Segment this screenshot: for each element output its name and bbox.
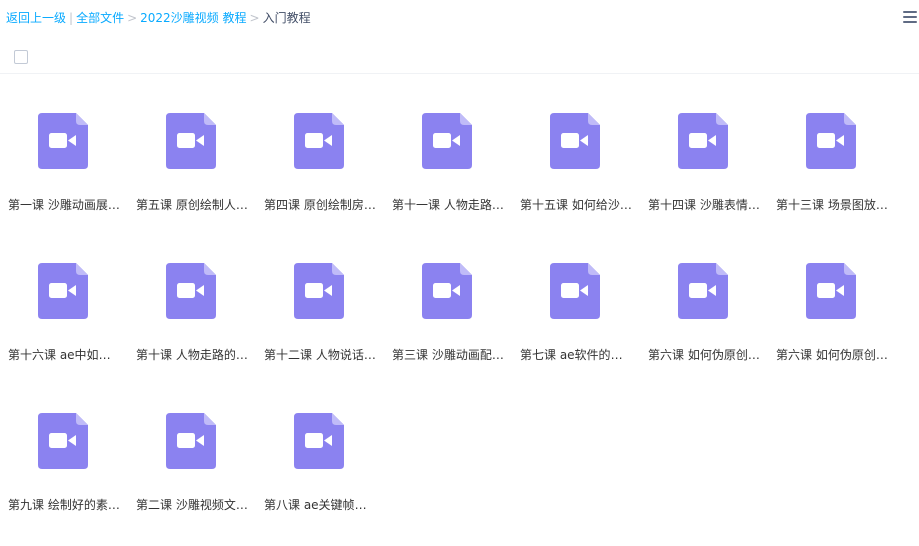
file-item[interactable]: 第七课 ae软件的基本操作.mp4 [512, 225, 638, 375]
breadcrumb-all-files[interactable]: 全部文件 [76, 11, 124, 25]
file-item[interactable]: 第十二课 人物说话动作.mp4 [256, 225, 382, 375]
file-name: 第十一课 人物走路动作.mp4 [392, 198, 506, 212]
top-bar: 返回上一级 | 全部文件 >2022沙雕视频 教程 > 入门教程 [0, 0, 919, 36]
select-all-checkbox[interactable] [14, 50, 28, 64]
file-item[interactable]: 第一课 沙雕动画展示，入门须知.mp4 [0, 75, 126, 225]
file-name: 第六课 如何伪原创素材.mp4 [648, 348, 762, 362]
file-name: 第三课 沙雕动画配音软件.mp4 [392, 348, 506, 362]
video-file-icon [678, 263, 728, 319]
file-name: 第八课 ae关键帧动画.mp4 [264, 498, 378, 512]
file-item[interactable]: 第四课 原创绘制房间场景.mp4 [256, 75, 382, 225]
file-name: 第六课 如何伪原创素材（二）.mp4 [776, 348, 890, 362]
file-item[interactable]: 第五课 原创绘制人物素材.mp4 [128, 75, 254, 225]
video-file-icon [550, 263, 600, 319]
breadcrumb-current: 入门教程 [262, 11, 311, 25]
file-item[interactable]: 第九课 绘制好的素材导入ae.mp4 [0, 375, 126, 525]
file-name: 第七课 ae软件的基本操作.mp4 [520, 348, 634, 362]
file-name: 第四课 原创绘制房间场景.mp4 [264, 198, 378, 212]
breadcrumb-arrow: > [249, 11, 260, 25]
video-file-icon [294, 113, 344, 169]
video-file-icon [422, 263, 472, 319]
video-file-icon [550, 113, 600, 169]
file-name: 第十六课 ae中如何导出视频.mp4 [8, 348, 122, 362]
file-name: 第十五课 如何给沙雕动画配音.mp4 [520, 198, 634, 212]
file-item[interactable]: 第八课 ae关键帧动画.mp4 [256, 375, 382, 525]
file-item[interactable]: 第十五课 如何给沙雕动画配音.mp4 [512, 75, 638, 225]
video-file-icon [166, 263, 216, 319]
file-item[interactable]: 第三课 沙雕动画配音软件.mp4 [384, 225, 510, 375]
file-name: 第一课 沙雕动画展示，入门须知.mp4 [8, 198, 122, 212]
video-file-icon [38, 113, 88, 169]
video-file-icon [38, 263, 88, 319]
file-item[interactable]: 第六课 如何伪原创素材.mp4 [640, 225, 766, 375]
file-item[interactable]: 第十六课 ae中如何导出视频.mp4 [0, 225, 126, 375]
file-name: 第九课 绘制好的素材导入ae.mp4 [8, 498, 122, 512]
video-file-icon [806, 113, 856, 169]
video-file-icon [294, 263, 344, 319]
file-item[interactable]: 第十一课 人物走路动作.mp4 [384, 75, 510, 225]
file-name: 第十四课 沙雕表情包制作.mp4 [648, 198, 762, 212]
breadcrumb-arrow: > [127, 11, 138, 25]
video-file-icon [38, 413, 88, 469]
breadcrumb: 返回上一级 | 全部文件 >2022沙雕视频 教程 > 入门教程 [6, 10, 311, 26]
back-link[interactable]: 返回上一级 [6, 11, 66, 25]
file-name: 第十课 人物走路的制作.mp4 [136, 348, 250, 362]
video-file-icon [422, 113, 472, 169]
video-file-icon [678, 113, 728, 169]
file-name: 第十三课 场景图放大缩小.mp4 [776, 198, 890, 212]
file-item[interactable]: 第二课 沙雕视频文案创作.mp4 [128, 375, 254, 525]
video-file-icon [166, 113, 216, 169]
video-file-icon [806, 263, 856, 319]
file-name: 第五课 原创绘制人物素材.mp4 [136, 198, 250, 212]
file-name: 第二课 沙雕视频文案创作.mp4 [136, 498, 250, 512]
breadcrumb-folder[interactable]: 2022沙雕视频 教程 [140, 11, 246, 25]
file-item[interactable]: 第十课 人物走路的制作.mp4 [128, 225, 254, 375]
file-item[interactable]: 第十三课 场景图放大缩小.mp4 [768, 75, 894, 225]
list-view-menu-icon[interactable] [903, 11, 919, 25]
video-file-icon [166, 413, 216, 469]
breadcrumb-divider: | [69, 11, 74, 25]
video-file-icon [294, 413, 344, 469]
file-item[interactable]: 第十四课 沙雕表情包制作.mp4 [640, 75, 766, 225]
toolbar [0, 36, 919, 74]
file-name: 第十二课 人物说话动作.mp4 [264, 348, 378, 362]
file-item[interactable]: 第六课 如何伪原创素材（二）.mp4 [768, 225, 894, 375]
